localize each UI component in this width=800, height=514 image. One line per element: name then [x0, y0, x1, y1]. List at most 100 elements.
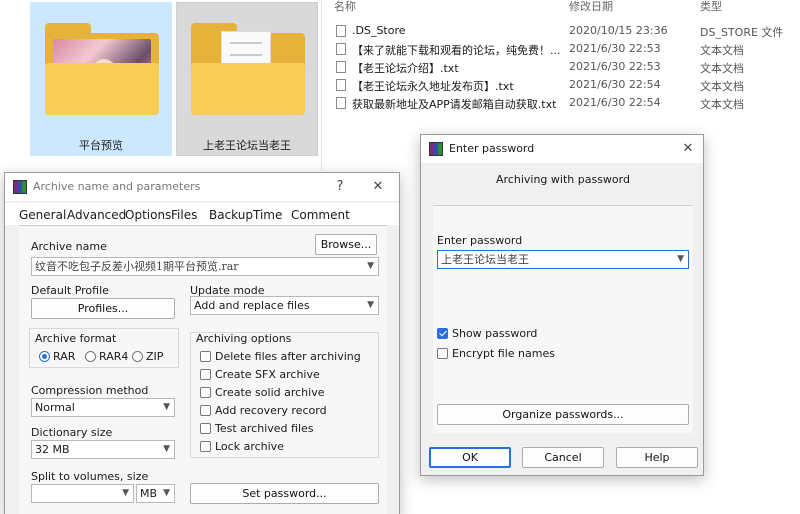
chevron-down-icon: ▼	[163, 488, 170, 498]
close-icon[interactable]: ✕	[679, 140, 697, 158]
split-size-combo[interactable]: ▼	[31, 484, 134, 503]
compression-value: Normal	[35, 401, 75, 414]
create-sfx-checkbox[interactable]	[200, 369, 211, 380]
recovery-record-label: Add recovery record	[215, 404, 327, 417]
file-row[interactable]: 【老王论坛介绍】.txt 2021/6/30 22:53 文本文档	[322, 58, 800, 76]
update-mode-value: Add and replace files	[194, 299, 310, 312]
test-archived-checkbox[interactable]	[200, 423, 211, 434]
dialog-title: Archive name and parameters	[33, 180, 201, 193]
column-header-date[interactable]: 修改日期	[569, 0, 613, 14]
text-file-icon	[336, 43, 346, 55]
radio-rar4[interactable]	[85, 351, 96, 362]
format-rar4-label: RAR4	[99, 350, 129, 363]
delete-files-checkbox[interactable]	[200, 351, 211, 362]
cancel-button[interactable]: Cancel	[522, 447, 604, 468]
help-icon[interactable]: ?	[331, 178, 349, 196]
update-mode-combo[interactable]: Add and replace files ▼	[190, 296, 379, 315]
split-volumes-label: Split to volumes, size	[31, 470, 149, 483]
chevron-down-icon: ▼	[163, 444, 170, 454]
show-password-label: Show password	[452, 327, 538, 340]
close-icon[interactable]: ✕	[369, 178, 387, 196]
solid-archive-label: Create solid archive	[215, 386, 325, 399]
folder-thumbnail-laowang[interactable]: 上老王论坛当老王	[176, 2, 318, 156]
encrypt-file-names-checkbox[interactable]	[437, 348, 448, 359]
radio-rar[interactable]	[39, 351, 50, 362]
enter-password-dialog: Enter password ✕ Archiving with password…	[420, 134, 704, 476]
file-row[interactable]: 【来了就能下载和观看的论坛，纯免费！... 2021/6/30 22:53 文本…	[322, 40, 800, 58]
folder-with-document-icon	[191, 23, 305, 115]
test-archived-label: Test archived files	[215, 422, 314, 435]
password-panel: Enter password 上老王论坛当老王 ▼ Show password …	[433, 205, 693, 433]
ok-button[interactable]: OK	[429, 447, 511, 468]
password-input[interactable]: 上老王论坛当老王 ▼	[437, 250, 689, 269]
dictionary-size-combo[interactable]: 32 MB ▼	[31, 440, 175, 459]
folder-caption: 上老王论坛当老王	[203, 139, 291, 152]
password-value: 上老王论坛当老王	[441, 253, 529, 266]
radio-zip[interactable]	[132, 351, 143, 362]
dialog-title: Enter password	[449, 142, 535, 155]
dialog-subtitle: Archiving with password	[496, 173, 630, 186]
organize-passwords-button[interactable]: Organize passwords...	[437, 404, 689, 425]
compression-method-combo[interactable]: Normal ▼	[31, 398, 175, 417]
column-header-type[interactable]: 类型	[700, 0, 722, 14]
split-unit-combo[interactable]: MB ▼	[136, 484, 175, 503]
file-row[interactable]: .DS_Store 2020/10/15 23:36 DS_STORE 文件	[322, 22, 800, 40]
compression-method-label: Compression method	[31, 384, 149, 397]
text-file-icon	[336, 61, 346, 73]
delete-files-label: Delete files after archiving	[215, 350, 361, 363]
winrar-icon	[13, 180, 27, 194]
chevron-down-icon: ▼	[122, 488, 129, 498]
profiles-button[interactable]: Profiles...	[31, 298, 175, 319]
chevron-down-icon: ▼	[677, 254, 684, 264]
general-tab-panel: Archive name Browse... 纹音不吃包子反差小视频1期平台预览…	[19, 225, 387, 514]
archive-format-label: Archive format	[35, 332, 117, 345]
chevron-down-icon: ▼	[367, 261, 374, 271]
recovery-record-checkbox[interactable]	[200, 405, 211, 416]
archiving-options-label: Archiving options	[196, 332, 292, 345]
tab-files[interactable]: Files	[171, 208, 197, 222]
format-zip-label: ZIP	[146, 350, 164, 363]
tab-comment[interactable]: Comment	[291, 208, 350, 222]
archive-parameters-dialog: Archive name and parameters ? ✕ General …	[4, 172, 400, 514]
file-row[interactable]: 获取最新地址及APP请发邮箱自动获取.txt 2021/6/30 22:54 文…	[322, 94, 800, 112]
archive-name-combo[interactable]: 纹音不吃包子反差小视频1期平台预览.rar ▼	[31, 257, 379, 276]
archive-name-value: 纹音不吃包子反差小视频1期平台预览.rar	[35, 260, 239, 273]
solid-archive-checkbox[interactable]	[200, 387, 211, 398]
chevron-down-icon: ▼	[367, 300, 374, 310]
encrypt-file-names-label: Encrypt file names	[452, 347, 555, 360]
tab-time[interactable]: Time	[253, 208, 282, 222]
file-row[interactable]: 【老王论坛永久地址发布页】.txt 2021/6/30 22:54 文本文档	[322, 76, 800, 94]
tab-strip: General Advanced Options Files Backup Ti…	[5, 203, 399, 225]
thumbnail-pane: 平台预览 上老王论坛当老王	[0, 0, 322, 170]
tab-backup[interactable]: Backup	[209, 208, 253, 222]
dictionary-value: 32 MB	[35, 443, 70, 456]
text-file-icon	[336, 79, 346, 91]
default-profile-label: Default Profile	[31, 284, 109, 297]
set-password-button[interactable]: Set password...	[190, 483, 379, 504]
lock-archive-checkbox[interactable]	[200, 441, 211, 452]
file-list: 名称 修改日期 类型 .DS_Store 2020/10/15 23:36 DS…	[322, 0, 800, 130]
archive-name-label: Archive name	[31, 240, 107, 253]
browse-button[interactable]: Browse...	[315, 234, 377, 255]
show-password-checkbox[interactable]	[437, 328, 448, 339]
text-file-icon	[336, 97, 346, 109]
winrar-icon	[429, 142, 443, 156]
column-header-name[interactable]: 名称	[334, 0, 356, 14]
split-unit-value: MB	[140, 487, 158, 500]
title-bar[interactable]: Archive name and parameters ? ✕	[5, 173, 399, 201]
dictionary-size-label: Dictionary size	[31, 426, 113, 439]
create-sfx-label: Create SFX archive	[215, 368, 320, 381]
folder-with-photo-icon	[45, 23, 159, 115]
folder-thumbnail-preview[interactable]: 平台预览	[30, 2, 172, 156]
format-rar-label: RAR	[53, 350, 76, 363]
title-bar[interactable]: Enter password ✕	[421, 135, 703, 163]
tab-general[interactable]: General	[19, 208, 66, 222]
enter-password-label: Enter password	[437, 234, 523, 247]
tab-advanced[interactable]: Advanced	[67, 208, 126, 222]
chevron-down-icon: ▼	[163, 402, 170, 412]
tab-options[interactable]: Options	[125, 208, 171, 222]
help-button[interactable]: Help	[616, 447, 698, 468]
lock-archive-label: Lock archive	[215, 440, 284, 453]
folder-caption: 平台预览	[79, 139, 123, 152]
file-icon	[336, 25, 346, 37]
